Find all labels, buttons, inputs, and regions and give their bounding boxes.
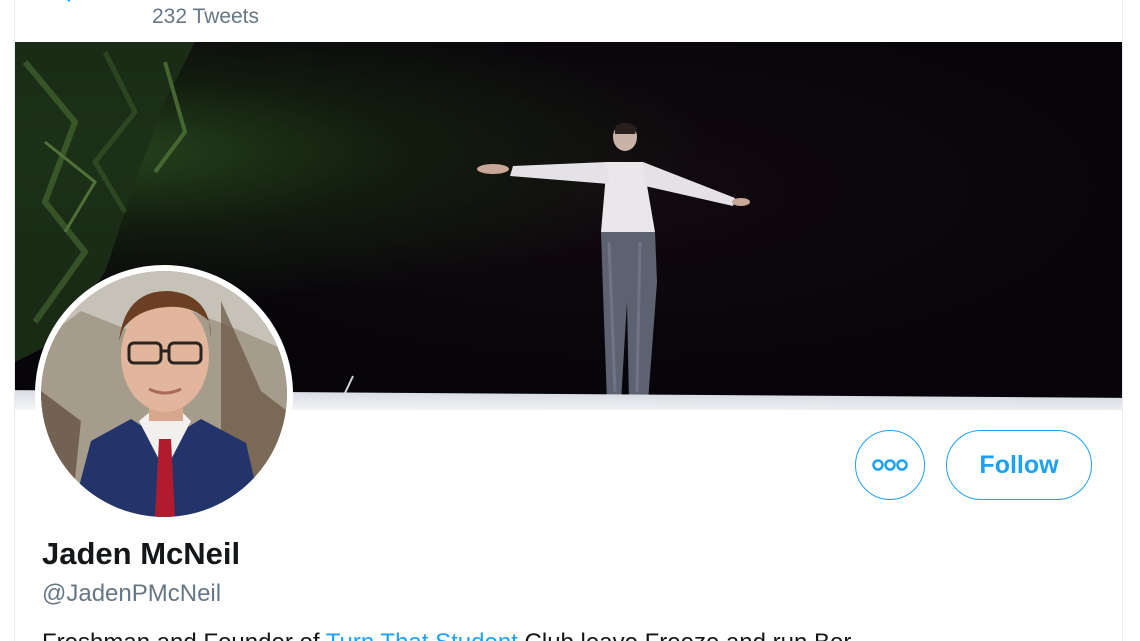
username-handle: @JadenPMcNeil: [42, 580, 222, 607]
arrow-left-icon[interactable]: [57, 0, 81, 6]
avatar-photo: [41, 271, 287, 517]
bio-link[interactable]: Turn That Student: [326, 629, 518, 641]
ellipsis-icon: [872, 459, 908, 471]
profile-bio: Freshman and Founder of Turn That Studen…: [42, 628, 1102, 641]
bio-text-suffix: Club leave Freeze and run Bor...: [518, 629, 871, 641]
tweet-count: 232 Tweets: [152, 5, 260, 28]
bio-text-prefix: Freshman and Founder of: [42, 629, 326, 641]
follow-button[interactable]: Follow: [946, 430, 1092, 500]
more-options-button[interactable]: [855, 430, 925, 500]
profile-frame: 232 Tweets Follow Jaden McNeil @JadenPMc…: [14, 0, 1123, 641]
avatar[interactable]: [35, 265, 293, 523]
display-name: Jaden McNeil: [42, 536, 241, 571]
banner-figure: [477, 122, 750, 402]
